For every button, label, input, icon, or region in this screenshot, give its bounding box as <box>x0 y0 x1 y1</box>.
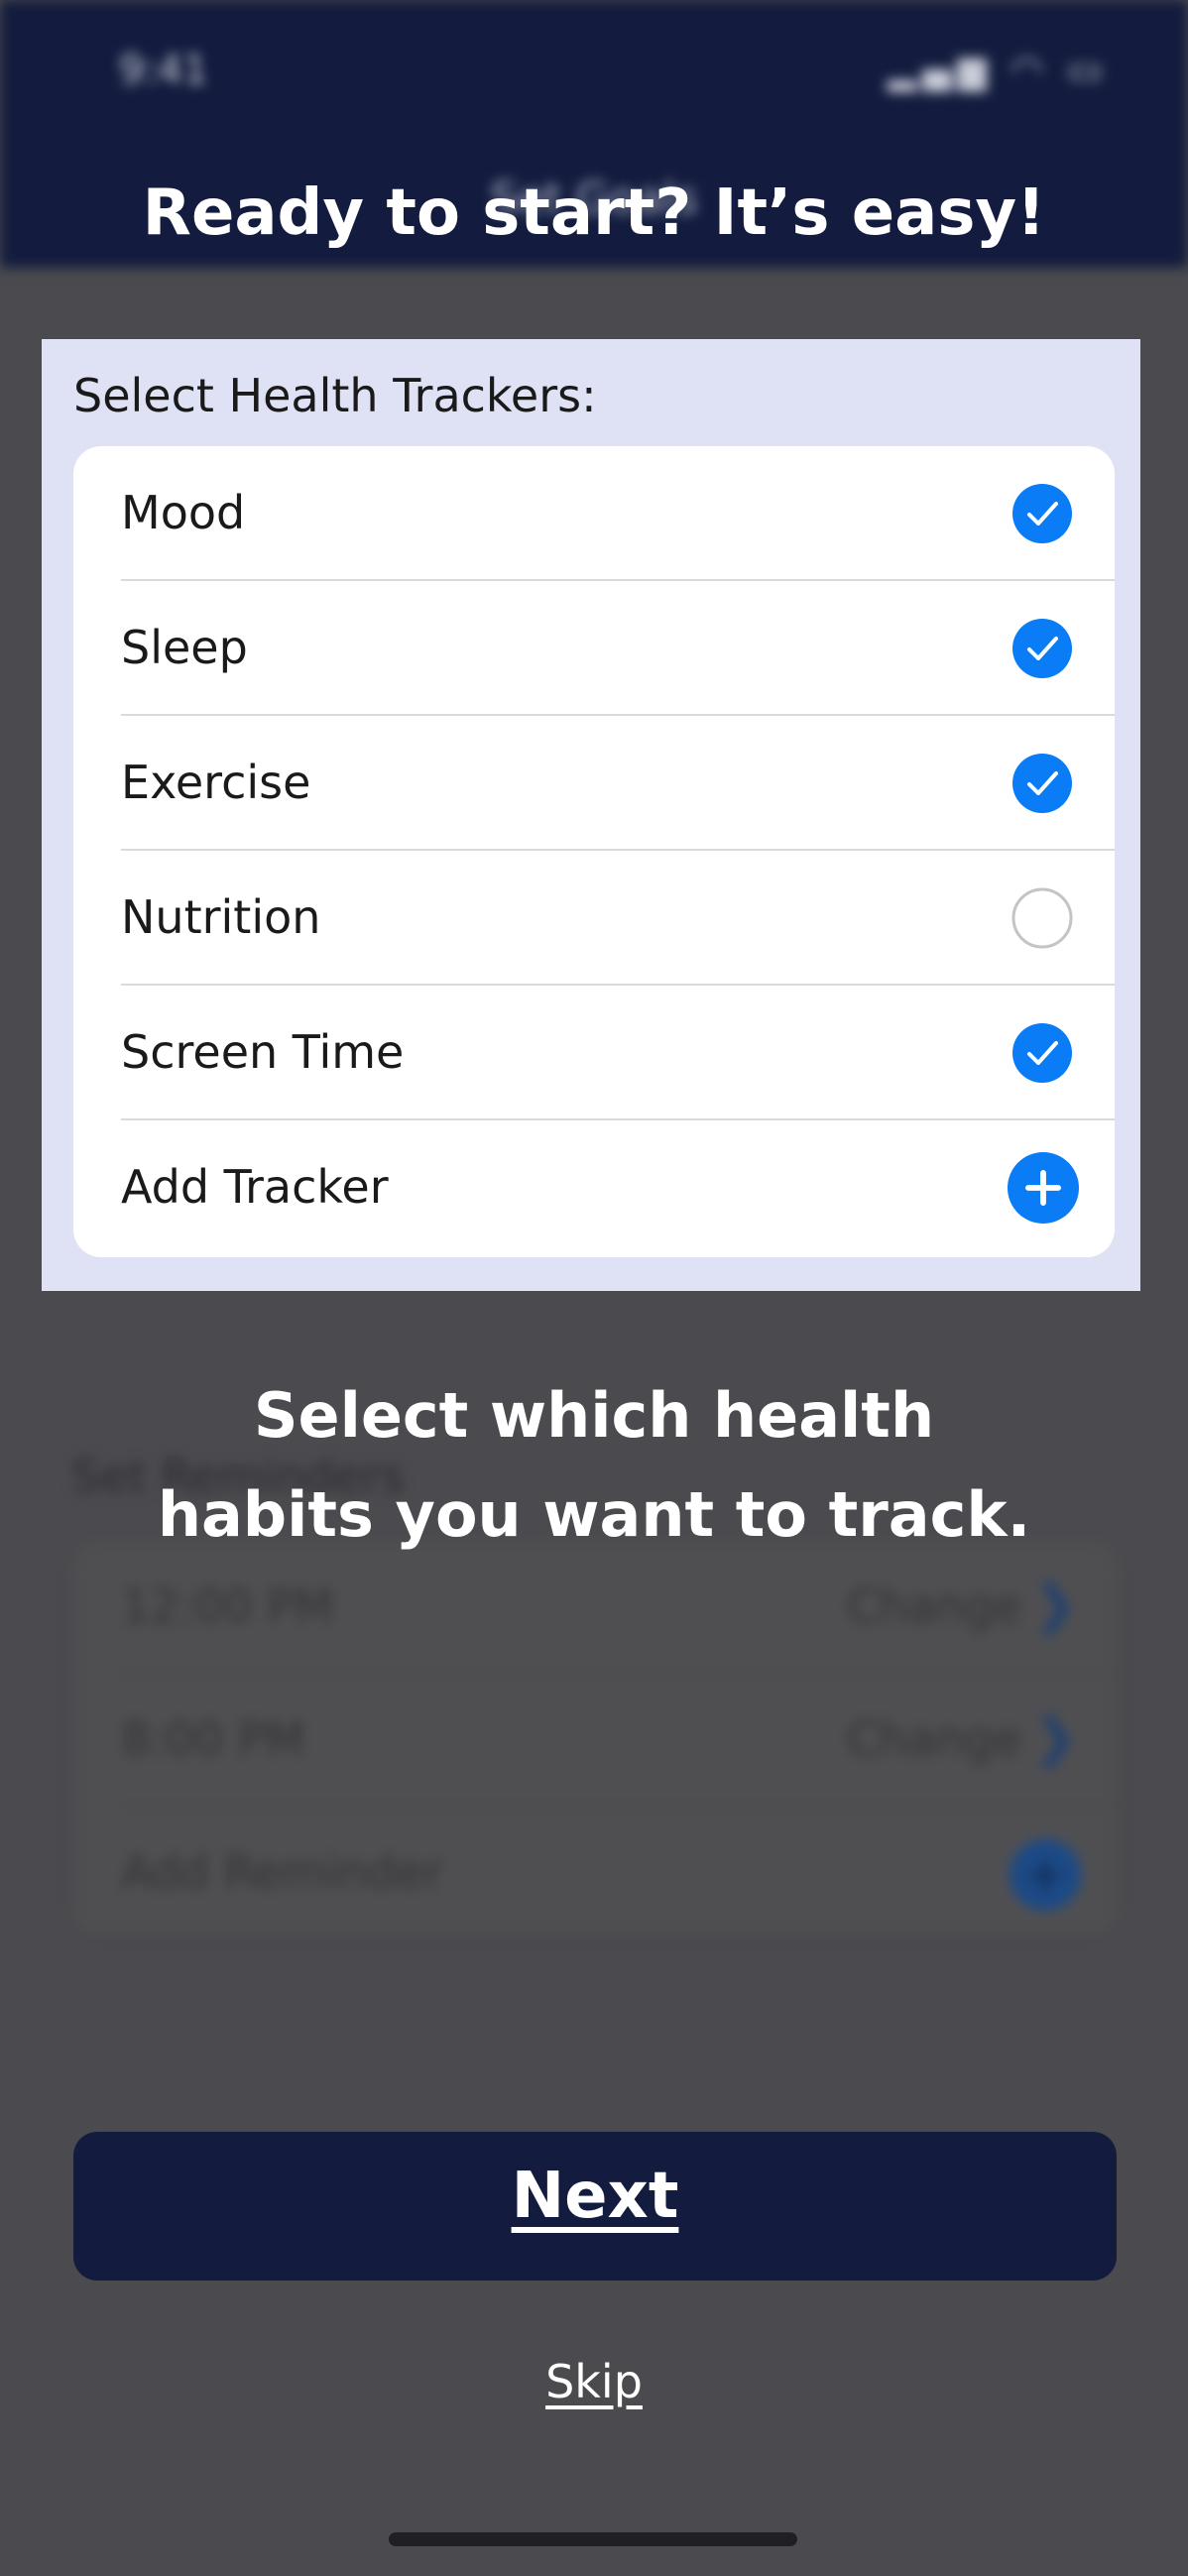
next-button[interactable]: Next <box>73 2160 1117 2233</box>
reminder-row[interactable]: 8:00 PM Change ❯ <box>73 1675 1117 1806</box>
caption-line: habits you want to track. <box>157 1478 1031 1551</box>
checkmark-circle-icon[interactable] <box>1011 618 1073 679</box>
trackers-list: Mood Sleep Exercise Nutrition Screen Tim… <box>73 446 1115 1257</box>
chevron-right-icon: ❯ <box>1033 1576 1077 1635</box>
tracker-row-screen-time[interactable]: Screen Time <box>73 986 1115 1120</box>
status-time: 9:41 <box>119 48 208 93</box>
reminders-card: 12:00 PM Change ❯ 8:00 PM Change ❯ Add R… <box>73 1542 1117 1933</box>
caption-line: Select which health <box>253 1379 935 1452</box>
tracker-label: Sleep <box>121 621 248 674</box>
trackers-label: Select Health Trackers: <box>73 369 597 422</box>
tracker-row-exercise[interactable]: Exercise <box>73 716 1115 851</box>
coach-caption: Select which health habits you want to t… <box>0 1366 1188 1565</box>
tracker-row-nutrition[interactable]: Nutrition <box>73 851 1115 986</box>
plus-circle-icon[interactable]: + <box>1010 1839 1081 1911</box>
empty-circle-icon[interactable] <box>1011 887 1073 949</box>
status-icons: ▂▄▆ ◠ ▭ <box>888 48 1109 91</box>
chevron-right-icon: ❯ <box>1033 1708 1077 1768</box>
add-tracker-label: Add Tracker <box>121 1160 389 1214</box>
add-tracker-row[interactable]: Add Tracker <box>73 1120 1115 1255</box>
trackers-panel: Select Health Trackers: Mood Sleep Exerc… <box>42 339 1140 1291</box>
checkmark-circle-icon[interactable] <box>1011 753 1073 814</box>
tracker-label: Screen Time <box>121 1025 405 1079</box>
checkmark-circle-icon[interactable] <box>1011 1022 1073 1084</box>
change-link[interactable]: Change <box>847 1580 1021 1633</box>
reminder-time: 12:00 PM <box>121 1580 334 1633</box>
tracker-label: Nutrition <box>121 890 321 944</box>
plus-circle-icon[interactable] <box>1008 1152 1079 1224</box>
change-link[interactable]: Change <box>847 1712 1021 1766</box>
coach-title: Ready to start? It’s easy! <box>142 176 1046 250</box>
tracker-label: Mood <box>121 486 246 539</box>
tracker-row-sleep[interactable]: Sleep <box>73 581 1115 716</box>
add-reminder-label: Add Reminder <box>121 1845 444 1899</box>
tracker-label: Exercise <box>121 756 311 809</box>
tracker-row-mood[interactable]: Mood <box>73 446 1115 581</box>
skip-link[interactable]: Skip <box>0 2355 1188 2408</box>
home-indicator <box>389 2532 797 2546</box>
checkmark-circle-icon[interactable] <box>1011 483 1073 544</box>
reminder-time: 8:00 PM <box>121 1712 305 1766</box>
add-reminder-row[interactable]: Add Reminder <box>73 1808 1117 1938</box>
